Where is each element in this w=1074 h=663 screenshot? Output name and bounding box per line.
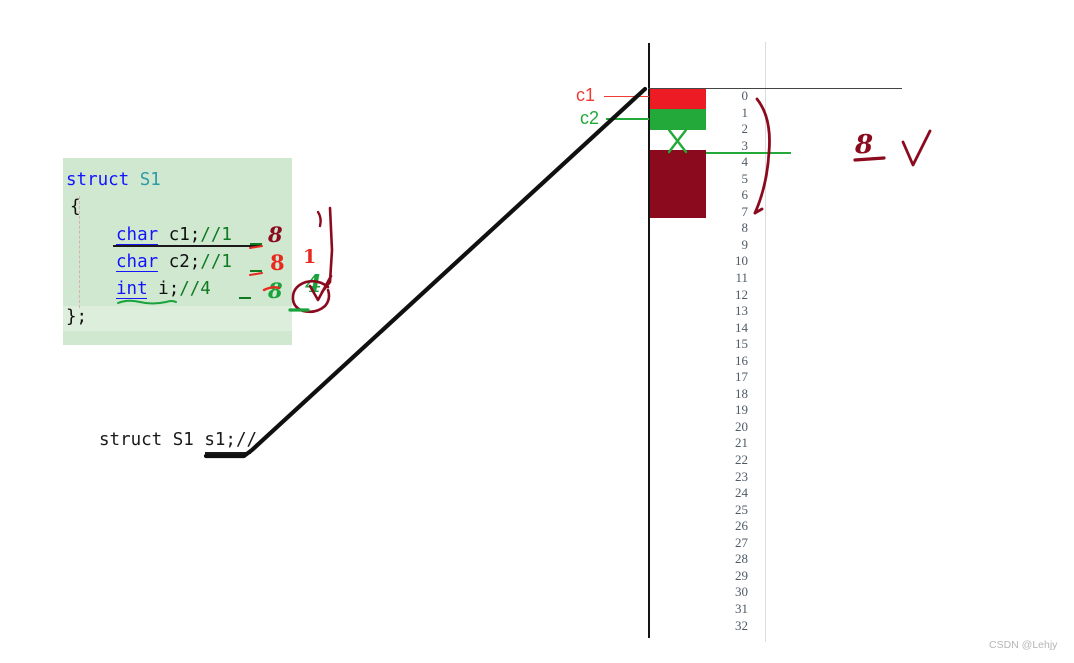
code-keyword-int: int [116, 279, 159, 299]
offset-number: 15 [735, 336, 748, 352]
handwritten-eight-green: 8 [268, 278, 283, 303]
handwritten-one-red: 1 [303, 246, 317, 268]
handwritten-four-green: 4 [305, 269, 322, 298]
offset-number: 25 [735, 501, 748, 517]
memory-block-int-i [650, 150, 706, 218]
watermark: CSDN @Lehjy [989, 639, 1058, 651]
brace-total-size [753, 97, 771, 215]
offset-number: 19 [735, 402, 748, 418]
code-line-4: char c2;//1 [116, 252, 232, 272]
code-keyword-char-2: char [116, 252, 169, 272]
code-last-line-highlight [63, 306, 292, 331]
source-declaration-underline [205, 452, 251, 454]
offset-number: 21 [735, 435, 748, 451]
label-c1: c1 [576, 85, 596, 105]
code-underline-size-1b [250, 270, 262, 272]
handwritten-eight-red: 8 [270, 250, 285, 275]
label-c2: c2 [580, 108, 600, 128]
memory-block-c1 [650, 89, 706, 109]
offset-number: 17 [735, 369, 748, 385]
offset-number: 10 [735, 253, 748, 269]
offset-number: 24 [735, 485, 748, 501]
axis-vertical [648, 43, 650, 638]
code-underline-size-1a [250, 243, 262, 245]
offset-number: 12 [735, 286, 748, 302]
code-comment-3: //4 [179, 279, 211, 299]
code-underline-int [116, 298, 147, 299]
code-type-s1: S1 [139, 170, 161, 190]
offset-number: 8 [741, 220, 749, 236]
offset-number: 7 [741, 203, 749, 219]
leader-line-c2 [606, 118, 649, 120]
offset-number: 20 [735, 418, 748, 434]
code-keyword-struct: struct [66, 170, 140, 190]
code-line-5: int i;//4 [116, 279, 211, 299]
offset-number: 4 [741, 154, 749, 170]
code-underline-row-c1 [113, 245, 261, 247]
code-comment-2: //1 [200, 252, 232, 272]
grid-line-vertical [765, 42, 766, 642]
screenshot-canvas: struct S1 { char c1;//1 char c2;//1 int … [0, 0, 1074, 663]
memory-block-c2 [650, 109, 706, 130]
dark-red-vertical-stroke [320, 206, 334, 294]
handwritten-eight-dark-red: 8 [268, 222, 283, 247]
offset-number: 0 [741, 88, 749, 103]
offset-number: 18 [735, 385, 748, 401]
code-keyword-char-1: char [116, 225, 169, 245]
brace-tail [753, 207, 764, 215]
offset-number: 28 [735, 551, 748, 567]
code-line-3: char c1;//1 [116, 225, 232, 245]
offset-number: 11 [735, 270, 748, 286]
offset-number-column: 0 1 2 3 4 5 6 7 8 9 10 11 12 13 14 15 16 17 18 19 20 21 22 23 24… [726, 88, 754, 634]
code-underline-char-2 [116, 271, 158, 272]
offset-number: 9 [741, 236, 749, 252]
x-mark-padding [667, 128, 688, 154]
dark-red-small-tick [316, 210, 322, 228]
offset-number: 26 [735, 518, 748, 534]
offset-number: 14 [735, 319, 748, 335]
code-ident-i: i; [158, 279, 180, 299]
offset-number: 13 [735, 303, 748, 319]
offset-number: 31 [735, 600, 748, 616]
handwritten-eight-total: 8 [855, 130, 874, 160]
code-ident-c1: c1; [168, 225, 201, 245]
code-ident-c2: c2; [168, 252, 201, 272]
code-underline-char-1 [116, 244, 158, 245]
offset-number: 32 [735, 617, 748, 633]
offset-number: 2 [741, 121, 749, 137]
source-declaration-line: struct S1 s1;// [99, 430, 258, 450]
offset-number: 16 [735, 352, 748, 368]
offset-number: 30 [735, 584, 748, 600]
code-line-2: { [70, 197, 81, 217]
leader-line-c1 [604, 96, 649, 97]
offset-number: 1 [741, 104, 749, 120]
offset-number: 3 [741, 137, 749, 153]
code-brace-open: { [70, 197, 81, 217]
code-comment-1: //1 [200, 225, 232, 245]
check-mark-icon [901, 129, 932, 167]
code-line-1: struct S1 [66, 170, 161, 190]
offset-number: 22 [735, 452, 748, 468]
code-brace-close: }; [66, 307, 88, 327]
code-line-6: }; [66, 307, 88, 327]
offset-number: 27 [735, 534, 748, 550]
offset-number: 6 [741, 187, 749, 203]
offset-number: 5 [741, 170, 749, 186]
offset-number: 29 [735, 567, 748, 583]
code-underline-size-4 [239, 297, 251, 299]
offset-number: 23 [735, 468, 748, 484]
